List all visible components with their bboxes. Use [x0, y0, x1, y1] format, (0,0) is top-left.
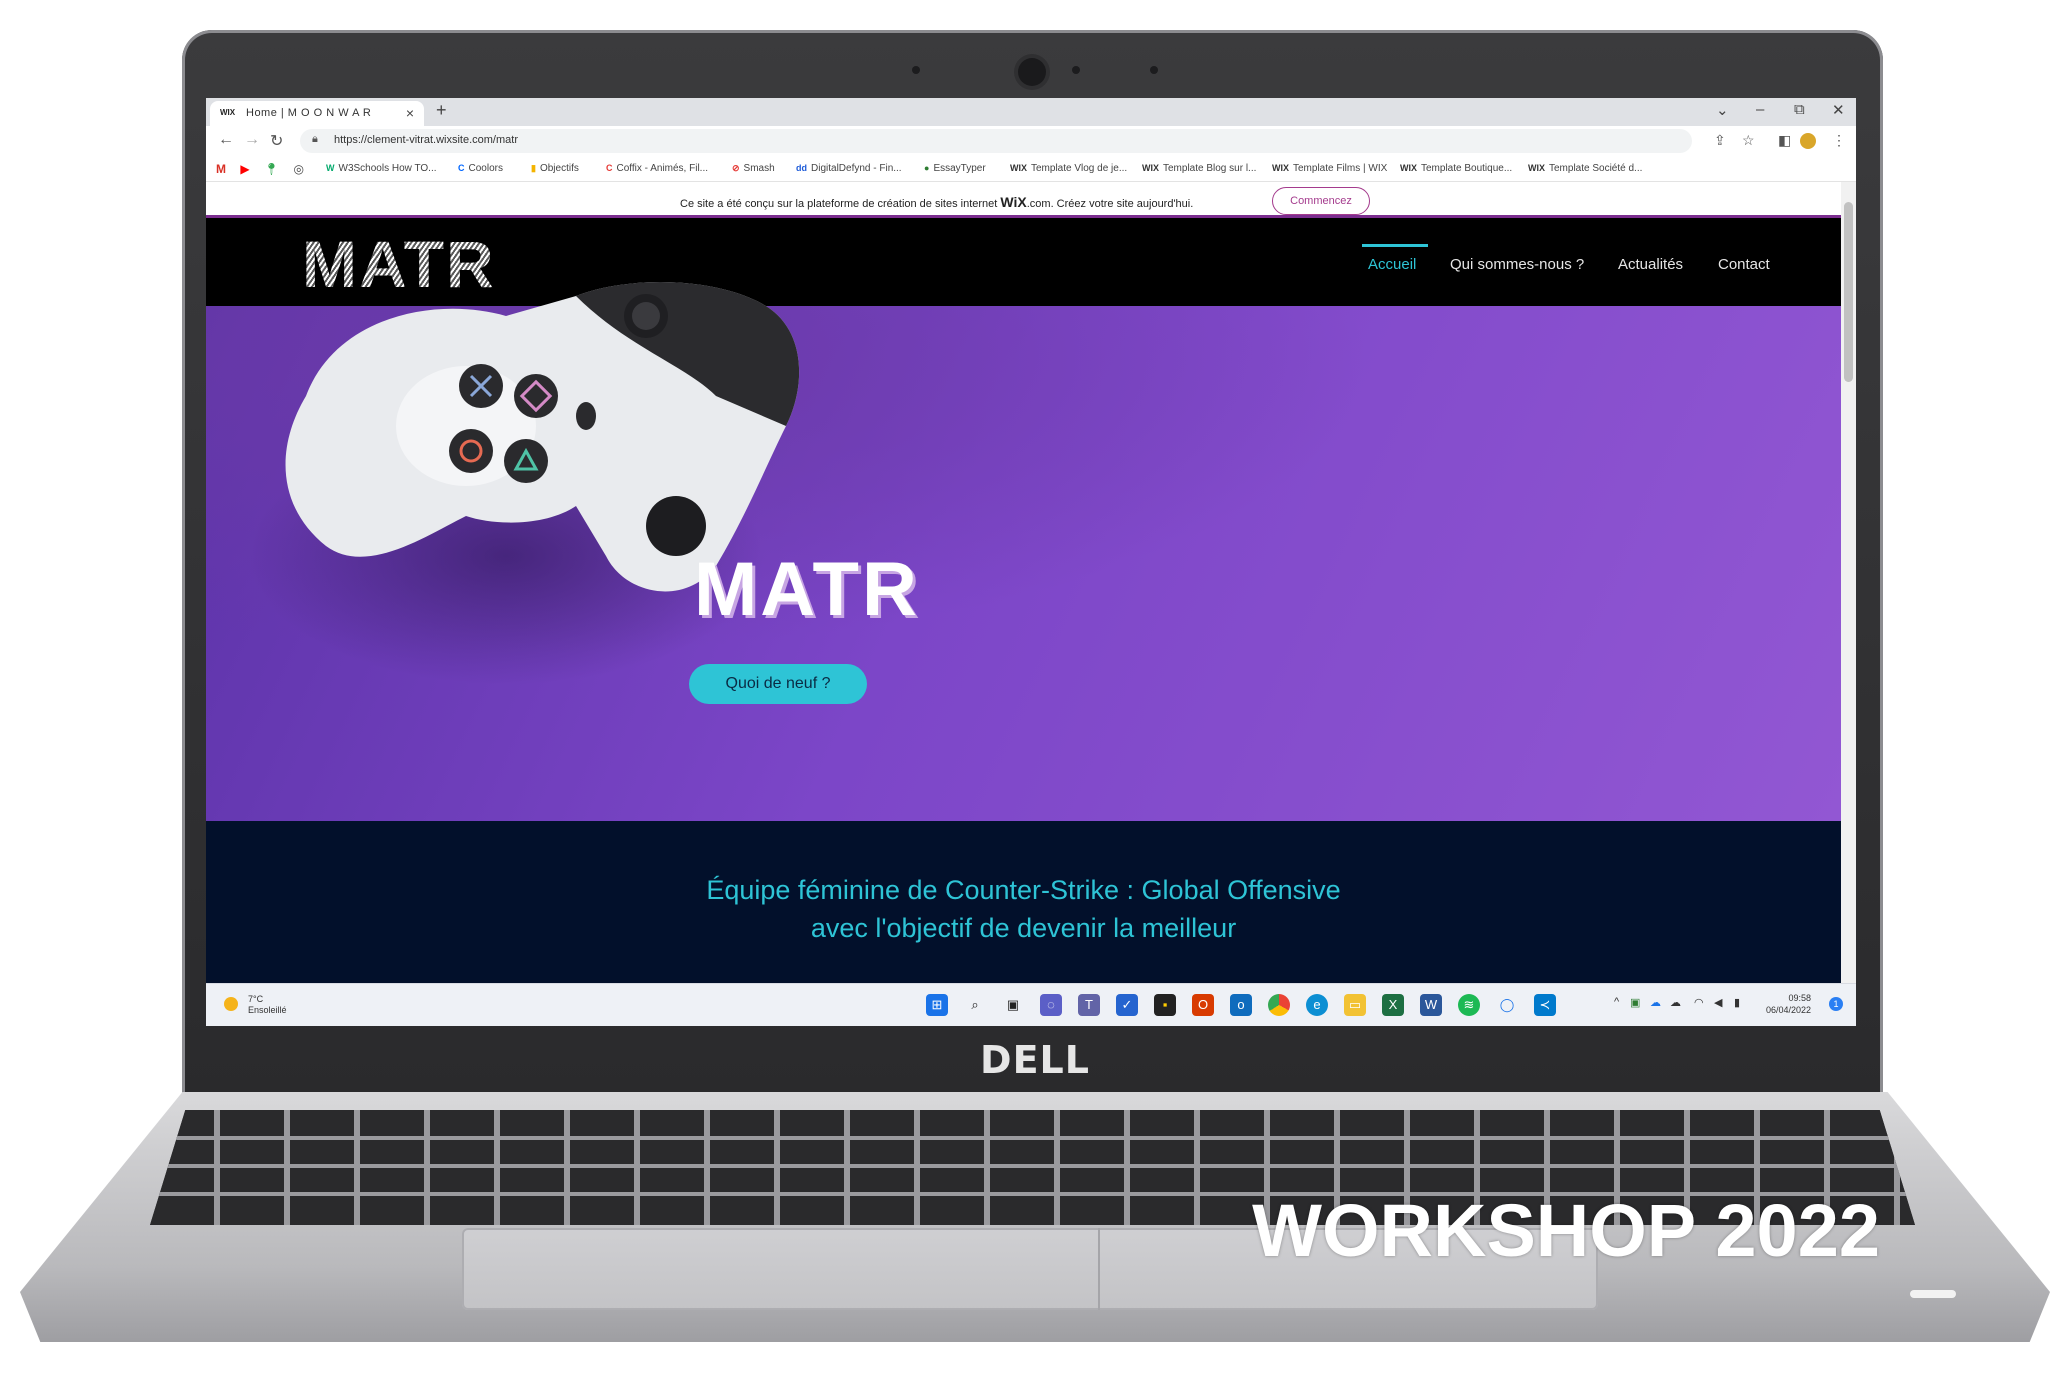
tab-title: Home | M O O N W A R: [246, 107, 372, 119]
wix-banner-message: Ce site a été conçu sur la plateforme de…: [680, 194, 1194, 210]
sensor-dot-mid: [1072, 66, 1080, 74]
chat-icon[interactable]: ◌: [1040, 994, 1062, 1016]
spotify-icon[interactable]: ≋: [1458, 994, 1480, 1016]
file-explorer-icon[interactable]: ▭: [1344, 994, 1366, 1016]
temperature: 7°C: [248, 994, 264, 1004]
gmail-icon[interactable]: M: [216, 162, 226, 176]
forward-icon[interactable]: →: [244, 131, 260, 149]
restore-button[interactable]: ⧉: [1794, 101, 1805, 118]
tagline-line-2: avec l'objectif de devenir la meilleur: [810, 913, 1237, 943]
sidepanel-icon[interactable]: ◧: [1778, 132, 1791, 149]
bookmarks-bar: M ▶ 📍︎ ◎ W W3Schools How TO... C Coolors ▮…: [206, 156, 1856, 182]
edge-icon[interactable]: e: [1306, 994, 1328, 1016]
outlook-icon[interactable]: o: [1230, 994, 1252, 1016]
nav-contact[interactable]: Contact: [1718, 256, 1770, 273]
search-icon[interactable]: ⌕: [964, 994, 986, 1016]
windows-start-icon[interactable]: ⊞: [926, 994, 948, 1016]
vscode-icon[interactable]: ≺: [1534, 994, 1556, 1016]
active-menu-indicator: [1362, 244, 1428, 247]
sensor-dot-left: [912, 66, 920, 74]
office-icon[interactable]: O: [1192, 994, 1214, 1016]
bookmark-essaytyper[interactable]: ● EssayTyper: [924, 163, 986, 174]
menu-dots-icon[interactable]: ⋮: [1832, 132, 1846, 149]
laptop-screen: WIX Home | M O O N W A R × + ⌄ – ⧉ ✕ ← →…: [206, 98, 1856, 1026]
scroll-thumb[interactable]: [1844, 202, 1853, 382]
teams-icon[interactable]: T: [1078, 994, 1100, 1016]
bookmark-smash[interactable]: ⊘ Smash: [732, 163, 775, 174]
minimize-button[interactable]: –: [1756, 101, 1764, 118]
browser-tab[interactable]: WIX Home | M O O N W A R ×: [210, 101, 424, 126]
page-scrollbar[interactable]: [1841, 182, 1856, 983]
bookmark-coffix[interactable]: C Coffix - Animés, Fil...: [606, 163, 708, 174]
globe-icon[interactable]: ◎: [294, 162, 304, 176]
hero-section: MATR Quoi de neuf ?: [206, 282, 1841, 821]
webcam: [1018, 58, 1046, 86]
side-led: [1910, 1290, 1956, 1298]
nav-qui-sommes-nous[interactable]: Qui sommes-nous ?: [1450, 256, 1584, 273]
profile-icon[interactable]: [1800, 133, 1816, 149]
bookmark-template-blog[interactable]: WIX Template Blog sur l...: [1142, 163, 1256, 174]
url-text[interactable]: https://clement-vitrat.wixsite.com/matr: [334, 134, 518, 146]
tab-search-chevron-icon[interactable]: ⌄: [1716, 101, 1729, 119]
weather-condition: Ensoleillé: [248, 1005, 287, 1015]
browser-tab-bar: WIX Home | M O O N W A R × + ⌄ – ⧉ ✕: [206, 98, 1856, 126]
youtube-icon[interactable]: ▶: [240, 162, 249, 176]
close-tab-icon[interactable]: ×: [406, 105, 414, 121]
sensor-dot-right: [1150, 66, 1158, 74]
clock-date: 06/04/2022: [1766, 1005, 1812, 1015]
excel-icon[interactable]: X: [1382, 994, 1404, 1016]
share-icon[interactable]: ⇪: [1714, 132, 1726, 149]
task-view-icon[interactable]: ▣: [1002, 994, 1024, 1016]
touchpad-divider: [1098, 1228, 1100, 1310]
back-icon[interactable]: ←: [218, 131, 234, 149]
star-icon[interactable]: ☆: [1742, 132, 1755, 149]
address-bar[interactable]: 🔒︎ https://clement-vitrat.wixsite.com/ma…: [300, 129, 1692, 153]
wifi-icon[interactable]: ◠: [1694, 996, 1704, 1009]
sticky-notes-icon[interactable]: ▪: [1154, 994, 1176, 1016]
onedrive-icon[interactable]: ☁: [1650, 996, 1661, 1009]
chrome-icon[interactable]: [1268, 994, 1290, 1016]
wix-favicon: WIX: [220, 108, 236, 117]
tray-app-icon[interactable]: ▣: [1630, 996, 1640, 1009]
maps-icon[interactable]: ◯: [1496, 994, 1518, 1016]
intro-section: Équipe féminine de Counter-Strike : Glob…: [206, 821, 1841, 983]
bookmark-template-vlog[interactable]: WIX Template Vlog de je...: [1010, 163, 1127, 174]
close-window-button[interactable]: ✕: [1832, 101, 1845, 119]
new-tab-button[interactable]: +: [436, 100, 447, 121]
reload-icon[interactable]: ↻: [270, 131, 283, 151]
notification-icon[interactable]: 1: [1829, 997, 1843, 1011]
word-icon[interactable]: W: [1420, 994, 1442, 1016]
wix-start-button[interactable]: Commencez: [1272, 187, 1370, 215]
bookmark-template-boutique[interactable]: WIX Template Boutique...: [1400, 163, 1512, 174]
bookmark-digitaldefynd[interactable]: dd DigitalDefynd - Fin...: [796, 163, 902, 174]
bookmark-objectifs[interactable]: ▮ Objectifs: [531, 163, 579, 174]
bookmark-coolors[interactable]: C Coolors: [458, 163, 503, 174]
todo-icon[interactable]: ✓: [1116, 994, 1138, 1016]
tagline-line-1: Équipe féminine de Counter-Strike : Glob…: [706, 875, 1341, 905]
lock-icon: 🔒︎: [312, 133, 318, 145]
dell-logo: DELL: [980, 1038, 1090, 1082]
bookmark-template-films[interactable]: WIX Template Films | WIX: [1272, 163, 1387, 174]
nav-accueil[interactable]: Accueil: [1368, 256, 1416, 273]
team-tagline: Équipe féminine de Counter-Strike : Glob…: [206, 871, 1841, 947]
nav-actualites[interactable]: Actualités: [1618, 256, 1683, 273]
workshop-overlay-text: WORKSHOP 2022: [1252, 1189, 1880, 1272]
bookmark-w3schools[interactable]: W W3Schools How TO...: [326, 163, 437, 174]
hero-title: MATR: [694, 547, 920, 632]
volume-icon[interactable]: ◀: [1714, 996, 1722, 1009]
sun-icon: [224, 997, 238, 1011]
browser-toolbar: ← → ↻ 🔒︎ https://clement-vitrat.wixsite.…: [206, 126, 1856, 156]
wix-promo-banner: Ce site a été conçu sur la plateforme de…: [206, 182, 1841, 218]
clock-time: 09:58: [1788, 993, 1812, 1003]
maps-pin-icon[interactable]: 📍︎: [264, 162, 279, 176]
windows-taskbar: 7°C Ensoleillé ⊞ ⌕ ▣ ◌ T ✓ ▪ O o e ▭ X W …: [206, 983, 1856, 1026]
cloud-icon[interactable]: ☁: [1670, 996, 1681, 1009]
battery-icon[interactable]: ▮: [1734, 996, 1740, 1009]
tray-chevron-icon[interactable]: ^: [1614, 996, 1619, 1008]
system-clock[interactable]: 09:58 06/04/2022: [1766, 992, 1811, 1016]
bookmark-template-societe[interactable]: WIX Template Société d...: [1528, 163, 1642, 174]
whats-new-button[interactable]: Quoi de neuf ?: [689, 664, 867, 704]
